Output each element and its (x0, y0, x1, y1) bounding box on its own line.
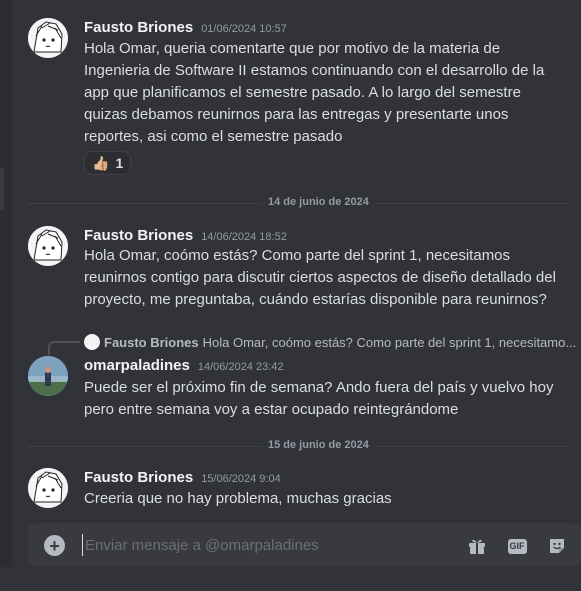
avatar[interactable] (28, 468, 68, 508)
anime-avatar-icon (28, 18, 68, 58)
message-timestamp: 15/06/2024 9:04 (201, 473, 281, 485)
gift-icon[interactable] (466, 535, 488, 557)
anime-avatar-icon (28, 468, 68, 508)
anime-avatar-icon (28, 226, 68, 266)
gif-label: GIF (507, 538, 527, 554)
photo-avatar-icon (28, 356, 68, 396)
reaction-count: 1 (115, 155, 124, 171)
thumbs-up-icon: 👍🏼 (92, 154, 110, 171)
avatar[interactable] (28, 18, 68, 58)
reaction-button[interactable]: 👍🏼 1 (84, 151, 132, 175)
reply-spine (48, 341, 80, 355)
reply-text: Hola Omar, coómo estás? Como parte del s… (202, 334, 577, 350)
bottom-strip (0, 567, 581, 591)
reply-avatar (84, 334, 100, 350)
date-divider-label: 14 de junio de 2024 (262, 196, 375, 208)
message-text: Hola Omar, coómo estás? Como parte del s… (84, 247, 556, 308)
avatar[interactable] (28, 356, 68, 396)
message-timestamp: 14/06/2024 23:42 (197, 361, 284, 373)
reply-author: Fausto Briones (104, 334, 199, 350)
reply-preview[interactable]: Fausto Briones Hola Omar, coómo estás? C… (84, 334, 579, 350)
message-author[interactable]: Fausto Briones (84, 227, 193, 244)
message-timestamp: 01/06/2024 10:57 (201, 23, 287, 35)
message-header: Fausto Briones 15/06/2024 9:04 (84, 469, 281, 486)
message-header: omarpaladines 14/06/2024 23:42 (84, 357, 284, 374)
date-divider-label: 15 de junio de 2024 (262, 439, 375, 451)
plus-circle-icon[interactable]: + (44, 535, 65, 556)
date-divider: 15 de junio de 2024 (28, 439, 569, 451)
message-header: Fausto Briones 01/06/2024 10:57 (84, 19, 287, 36)
message-header: Fausto Briones 14/06/2024 18:52 (84, 227, 287, 244)
date-divider: 14 de junio de 2024 (28, 196, 569, 208)
scroll-indicator (0, 168, 4, 210)
gif-icon[interactable]: GIF (506, 535, 528, 557)
left-rail (0, 0, 12, 591)
message-text: Hola Omar, queria comentarte que por mot… (84, 40, 545, 145)
message-composer: + GIF (28, 523, 581, 567)
message-timestamp: 14/06/2024 18:52 (201, 231, 287, 243)
avatar[interactable] (28, 226, 68, 266)
sticker-icon[interactable] (546, 535, 568, 557)
message-author[interactable]: Fausto Briones (84, 469, 193, 486)
message-text: Puede ser el próximo fin de semana? Ando… (84, 379, 554, 418)
message-input[interactable] (82, 534, 462, 556)
message-text: Creeria que no hay problema, muchas grac… (84, 490, 392, 507)
message-author[interactable]: omarpaladines (84, 357, 190, 374)
message-author[interactable]: Fausto Briones (84, 19, 193, 36)
